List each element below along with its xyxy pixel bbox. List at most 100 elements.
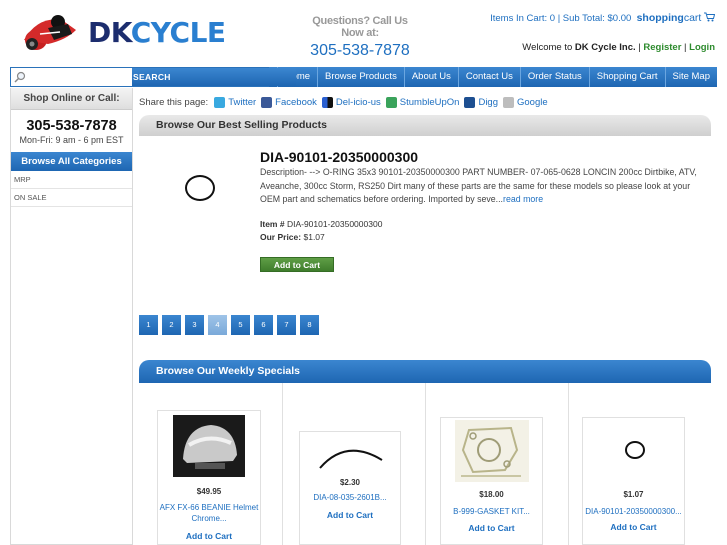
product-description: Description- --> O-RING 35x3 90101-20350…: [260, 166, 712, 207]
special-card-helmet[interactable]: $49.95 AFX FX-66 BEANIE Helmet Chrome...…: [157, 410, 261, 545]
page-4-button[interactable]: 4: [208, 315, 227, 335]
delicious-icon: [321, 96, 333, 108]
stumbleupon-icon: [385, 96, 397, 108]
company-name: DK Cycle Inc.: [574, 42, 636, 53]
special-card-gasket[interactable]: $18.00 B-999-GASKET KIT... Add to Cart: [440, 417, 543, 545]
dkcycle-logo[interactable]: DKCYCLE: [18, 10, 226, 50]
cart-icon[interactable]: [704, 12, 716, 22]
weekly-specials-header: Browse Our Weekly Specials: [139, 360, 711, 383]
special-name[interactable]: DIA-90101-20350000300...: [583, 506, 684, 517]
share-twitter-label[interactable]: Twitter: [228, 97, 256, 108]
welcome-line: Welcome to DK Cycle Inc. | Register | Lo…: [522, 42, 715, 53]
product-title[interactable]: DIA-90101-20350000300: [260, 149, 418, 165]
best-selling-title: Browse Our Best Selling Products: [156, 119, 327, 131]
search-icon: [14, 71, 26, 83]
special-add-to-cart[interactable]: Add to Cart: [300, 510, 400, 520]
price-label: Our Price:: [260, 232, 302, 242]
cart-summary[interactable]: Items In Cart: 0 | Sub Total: $0.00 shop…: [490, 12, 716, 24]
share-google[interactable]: Google: [503, 96, 548, 108]
page-1-button[interactable]: 1: [139, 315, 158, 335]
register-link[interactable]: Register: [643, 42, 681, 53]
item-label: Item #: [260, 219, 285, 229]
nav-browse-products[interactable]: Browse Products: [317, 67, 404, 87]
column-divider: [425, 383, 426, 545]
share-twitter[interactable]: Twitter: [214, 96, 256, 108]
nav-about-us[interactable]: About Us: [403, 67, 458, 87]
column-divider: [568, 383, 569, 545]
price-value: $1.07: [303, 232, 325, 242]
special-price: $2.30: [339, 478, 361, 487]
sidebar-item-on-sale[interactable]: ON SALE: [11, 189, 132, 207]
page-7-button[interactable]: 7: [277, 315, 296, 335]
logo-cycle: CYCLE: [130, 16, 226, 49]
twitter-icon: [214, 96, 226, 108]
questions-label: Questions? Call Us Now at:: [312, 15, 408, 39]
column-divider: [282, 383, 283, 545]
nav-site-map[interactable]: Site Map: [664, 67, 718, 87]
login-link[interactable]: Login: [689, 42, 715, 53]
share-stumbleupon[interactable]: StumbleUpOn: [385, 96, 460, 108]
cart-word[interactable]: cart: [684, 12, 702, 24]
sidebar-hours: Mon-Fri: 9 am - 6 pm EST: [19, 135, 124, 145]
logo-wordmark: DKCYCLE: [88, 16, 226, 49]
product-description-text: Description- --> O-RING 35x3 90101-20350…: [260, 167, 697, 204]
nav-order-status[interactable]: Order Status: [519, 67, 589, 87]
page-2-button[interactable]: 2: [162, 315, 181, 335]
special-add-to-cart[interactable]: Add to Cart: [583, 522, 684, 532]
search-button[interactable]: SEARCH: [132, 68, 296, 86]
share-delicious[interactable]: Del-icio-us: [321, 96, 381, 108]
sidebar-shop-online: Shop Online or Call:: [11, 88, 132, 110]
facebook-icon: [261, 96, 273, 108]
o-ring-product-image[interactable]: [185, 175, 215, 201]
special-price: $49.95: [196, 487, 222, 496]
browse-all-categories[interactable]: Browse All Categories: [11, 152, 132, 171]
helmet-image[interactable]: [173, 415, 245, 477]
read-more-link[interactable]: read more: [503, 194, 543, 204]
best-selling-header: Browse Our Best Selling Products: [139, 115, 711, 136]
special-card-cable[interactable]: $2.30 DIA-08-035-2601B... Add to Cart: [299, 431, 401, 545]
sidebar-item-mrp[interactable]: MRP: [11, 171, 132, 189]
page-6-button[interactable]: 6: [254, 315, 273, 335]
page-8-button[interactable]: 8: [300, 315, 319, 335]
special-add-to-cart[interactable]: Add to Cart: [441, 523, 542, 533]
main-nav: SEARCH Home Browse Products About Us Con…: [10, 67, 717, 87]
share-facebook-label[interactable]: Facebook: [275, 97, 317, 108]
search-box: SEARCH: [10, 67, 296, 87]
special-name[interactable]: AFX FX-66 BEANIE Helmet Chrome...: [158, 502, 260, 524]
gasket-kit-image[interactable]: [455, 420, 529, 482]
special-add-to-cart[interactable]: Add to Cart: [158, 531, 260, 541]
cable-image[interactable]: [316, 438, 386, 472]
special-name[interactable]: B-999-GASKET KIT...: [441, 506, 542, 517]
special-card-o-ring[interactable]: $1.07 DIA-90101-20350000300... Add to Ca…: [582, 417, 685, 545]
product-price: Our Price: $1.07: [260, 232, 325, 242]
cart-summary-text[interactable]: Items In Cart: 0 | Sub Total: $0.00: [490, 13, 631, 24]
sidebar: Shop Online or Call: 305-538-7878 Mon-Fr…: [10, 88, 133, 545]
product-item-number: Item # DIA-90101-20350000300: [260, 219, 382, 229]
share-delicious-label[interactable]: Del-icio-us: [336, 97, 381, 108]
pagination: 1 2 3 4 5 6 7 8: [139, 315, 323, 335]
google-icon: [503, 96, 514, 108]
share-digg[interactable]: Digg: [464, 96, 498, 108]
logo-dk: DK: [88, 16, 131, 49]
add-to-cart-button[interactable]: Add to Cart: [260, 257, 334, 272]
motorcycle-rider-icon: [24, 15, 76, 50]
nav-shopping-cart[interactable]: Shopping Cart: [588, 67, 665, 87]
search-input[interactable]: [29, 69, 139, 85]
o-ring-image[interactable]: [625, 441, 645, 459]
share-label: Share this page:: [139, 96, 209, 108]
sidebar-phone: 305-538-7878: [26, 118, 117, 134]
page-3-button[interactable]: 3: [185, 315, 204, 335]
share-stumbleupon-label[interactable]: StumbleUpOn: [400, 97, 460, 108]
shopping-cart-word[interactable]: shopping: [637, 12, 684, 24]
share-bar: Share this page: Twitter Facebook Del-ic…: [139, 93, 553, 111]
welcome-prefix: Welcome to: [522, 42, 573, 53]
special-name[interactable]: DIA-08-035-2601B...: [300, 492, 400, 503]
page-5-button[interactable]: 5: [231, 315, 250, 335]
digg-icon: [464, 96, 476, 108]
share-facebook[interactable]: Facebook: [261, 96, 317, 108]
share-digg-label[interactable]: Digg: [478, 97, 498, 108]
share-google-label[interactable]: Google: [517, 97, 548, 108]
site-header: DKCYCLE Questions? Call Us Now at: 305-5…: [0, 0, 727, 66]
nav-contact-us[interactable]: Contact Us: [457, 67, 520, 87]
header-phone: 305-538-7878: [310, 42, 410, 59]
